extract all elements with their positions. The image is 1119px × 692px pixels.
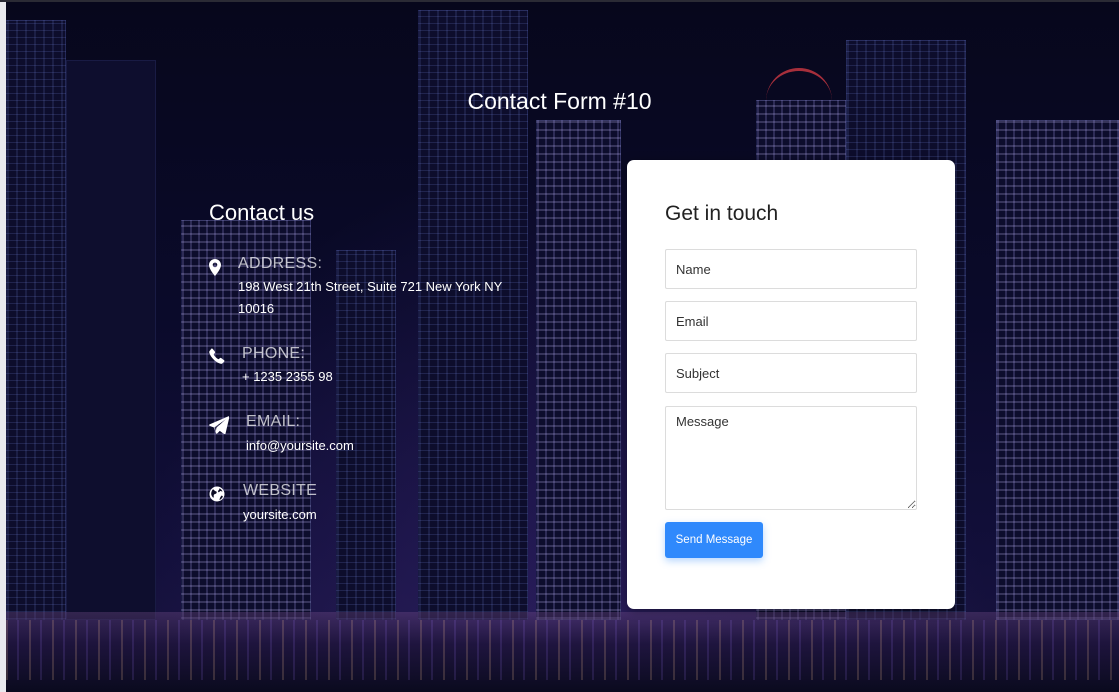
- address-value-line1: 198 West 21th Street, Suite 721 New York…: [238, 279, 503, 294]
- message-textarea[interactable]: [665, 406, 917, 510]
- page-title: Contact Form #10: [467, 88, 652, 114]
- name-input[interactable]: [665, 249, 917, 289]
- email-label: EMAIL:: [246, 413, 301, 430]
- phone-icon: [209, 348, 227, 366]
- form-title: Get in touch: [665, 202, 779, 225]
- water-reflections: [6, 620, 1119, 680]
- website-label: WEBSITE: [243, 482, 318, 499]
- contact-info-section: Contact us ADDRESS: 198 West 21th Street…: [209, 200, 509, 522]
- contact-heading: Contact us: [209, 200, 315, 225]
- top-edge: [0, 0, 1119, 2]
- phone-value: + 1235 2355 98: [242, 369, 333, 384]
- building: [996, 120, 1119, 620]
- send-message-button[interactable]: Send Message: [665, 522, 763, 558]
- paper-plane-icon: [209, 416, 230, 435]
- building: [536, 120, 621, 620]
- email-value: info@yoursite.com: [246, 438, 354, 453]
- map-marker-icon: [209, 259, 227, 277]
- phone-label: PHONE:: [242, 345, 306, 362]
- email-input[interactable]: [665, 301, 917, 341]
- website-value: yoursite.com: [243, 507, 317, 522]
- contact-form-card: Get in touch Send Message: [627, 160, 955, 609]
- address-label: ADDRESS:: [238, 255, 323, 272]
- subject-input[interactable]: [665, 353, 917, 393]
- building: [66, 60, 156, 620]
- address-value-line2: 10016: [238, 301, 275, 316]
- globe-icon: [209, 486, 227, 504]
